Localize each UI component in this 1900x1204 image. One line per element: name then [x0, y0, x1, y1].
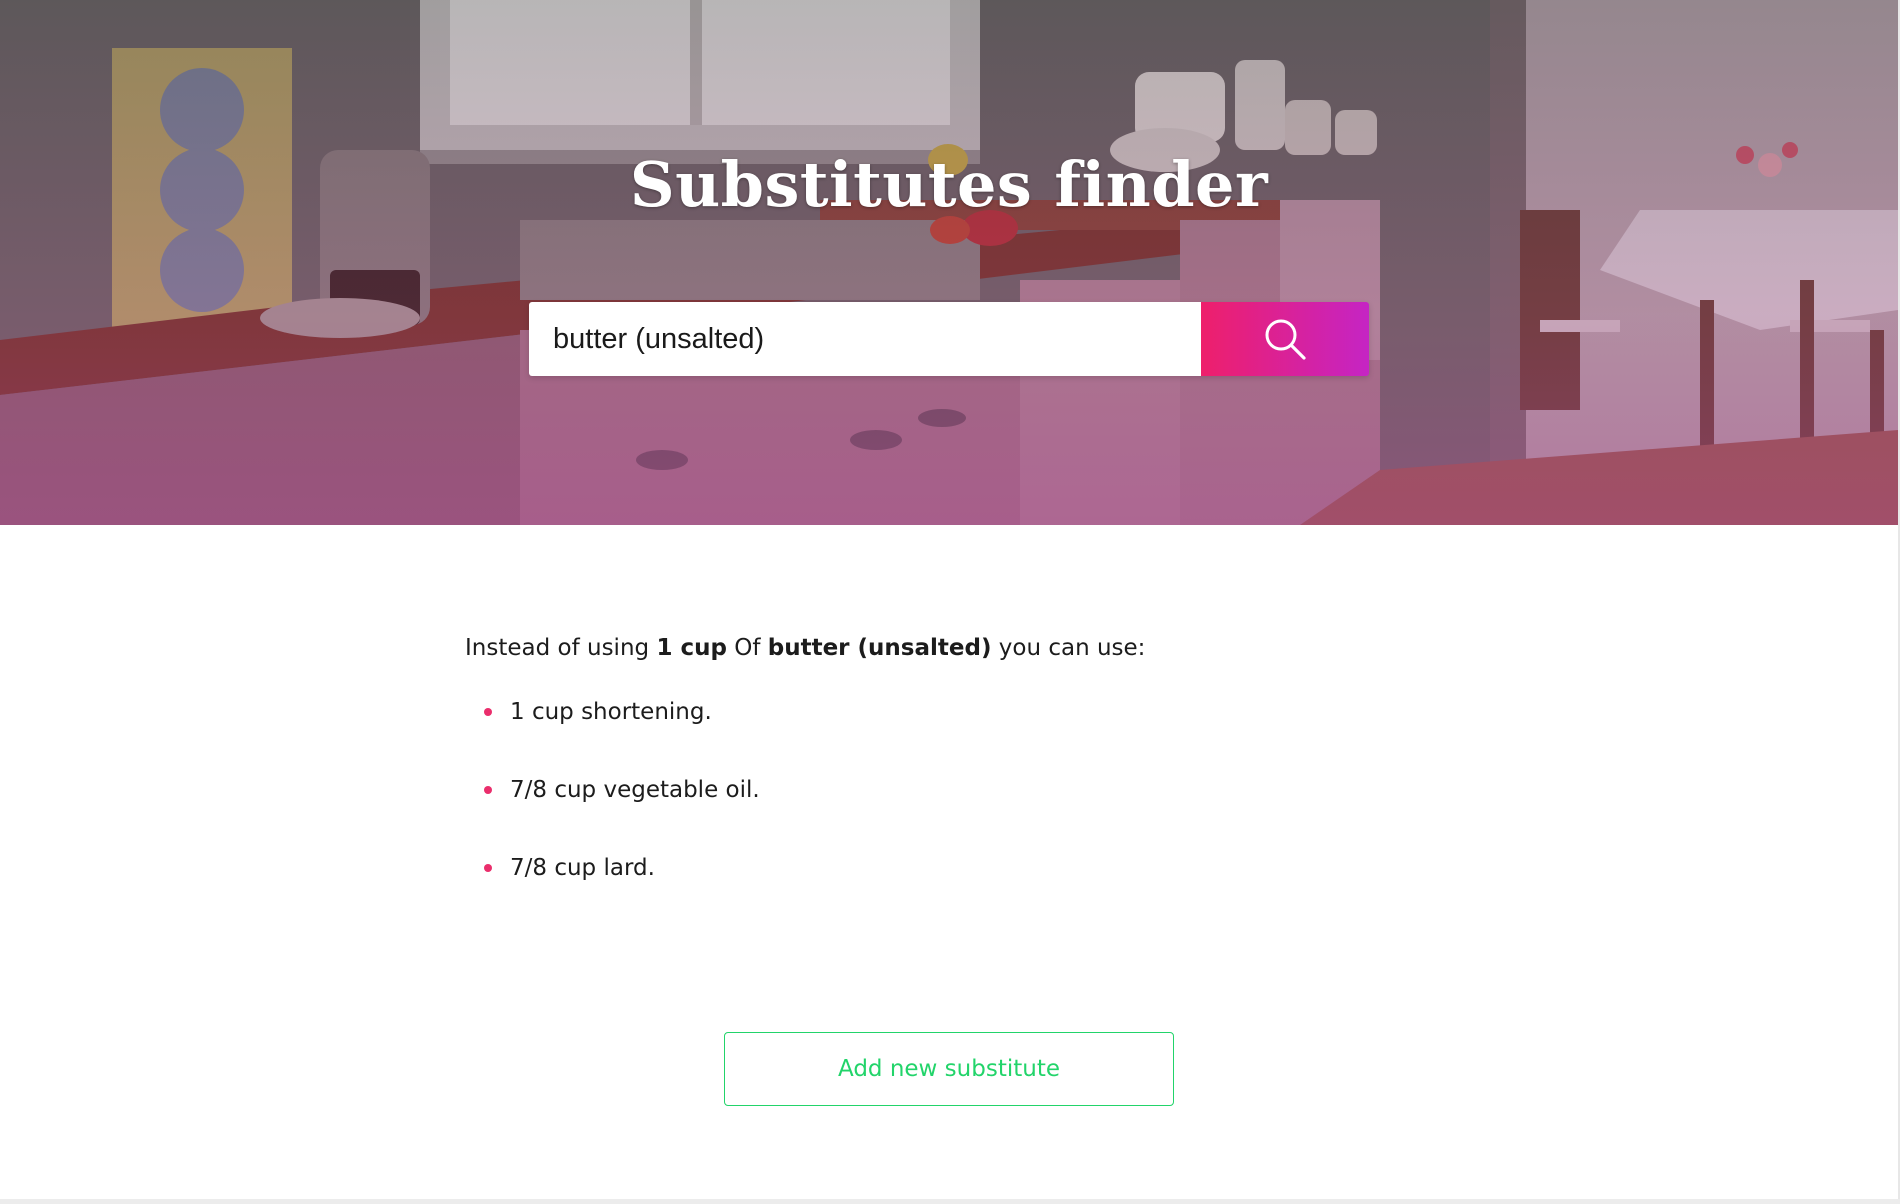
- list-item: 1 cup shortening.: [465, 692, 1465, 732]
- bullet-dot: [484, 786, 492, 794]
- page-title: Substitutes finder: [629, 148, 1269, 221]
- bottom-divider: [0, 1199, 1900, 1204]
- add-substitute-button[interactable]: Add new substitute: [724, 1032, 1174, 1106]
- of-word: Of: [734, 635, 761, 661]
- search-input[interactable]: [529, 302, 1201, 376]
- search-button[interactable]: [1201, 302, 1369, 376]
- search-icon: [1265, 319, 1306, 360]
- page: Substitutes finder Instead of using 1 cu…: [0, 0, 1900, 1204]
- result-intro: Instead of using 1 cup Of butter (unsalt…: [465, 628, 1465, 668]
- substitute-text: 7/8 cup vegetable oil.: [510, 777, 760, 803]
- list-item: 7/8 cup vegetable oil.: [465, 770, 1465, 810]
- bullet-dot: [484, 708, 492, 716]
- bullet-dot: [484, 864, 492, 872]
- search-bar: [529, 302, 1369, 376]
- substitutes-list: 1 cup shortening. 7/8 cup vegetable oil.…: [465, 692, 1465, 888]
- hero-gradient-overlay: [0, 0, 1898, 525]
- quantity: 1 cup: [656, 635, 727, 661]
- intro-prefix: Instead of using: [465, 635, 650, 661]
- result-section: Instead of using 1 cup Of butter (unsalt…: [465, 628, 1465, 926]
- list-item: 7/8 cup lard.: [465, 848, 1465, 888]
- hero-banner: Substitutes finder: [0, 0, 1898, 525]
- intro-suffix: you can use:: [998, 635, 1146, 661]
- substitute-text: 7/8 cup lard.: [510, 855, 655, 881]
- substitute-text: 1 cup shortening.: [510, 699, 712, 725]
- ingredient-name: butter (unsalted): [767, 635, 992, 661]
